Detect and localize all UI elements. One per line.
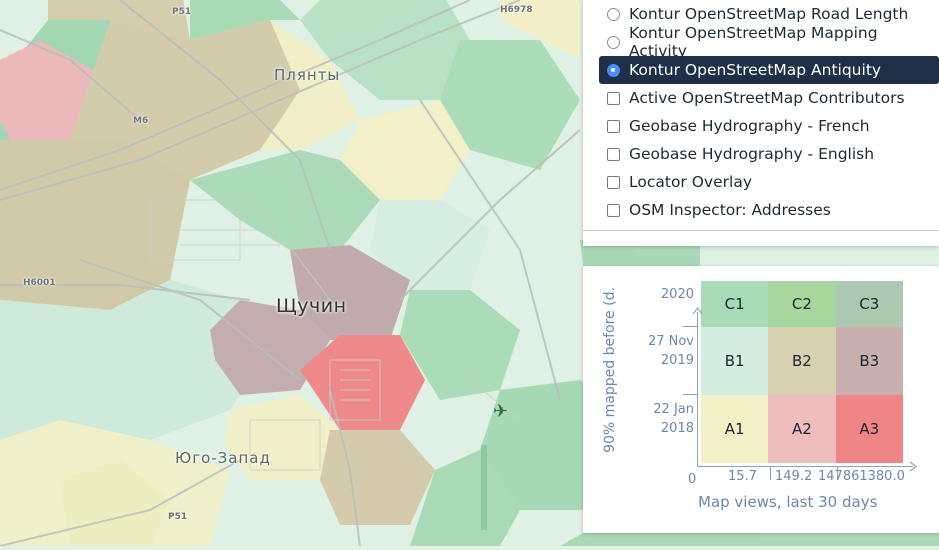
bivariate-legend: 90% mapped before (d. 2020 27 Nov 2019 22… (583, 266, 939, 533)
road-label-p51-top: P51 (172, 7, 192, 17)
y-axis-arrow-icon (692, 307, 703, 315)
place-label-plyanty: Плянты (274, 66, 341, 84)
legend-cell: B2 (768, 326, 836, 395)
legend-cell: A2 (768, 394, 836, 463)
layer-item-label: Geobase Hydrography - English (629, 145, 875, 163)
legend-y-axis-label: 90% mapped before (d. (602, 287, 618, 453)
place-label-yugo-zapad: Юго-Запад (175, 449, 271, 467)
x-axis-arrow-icon (909, 461, 917, 472)
layer-item[interactable]: Geobase Hydrography - French (599, 112, 939, 140)
road-label-h6001: H6001 (23, 278, 56, 288)
legend-cell: A3 (835, 394, 903, 463)
legend-x-tick: 0 (688, 472, 697, 487)
layer-item[interactable]: Kontur OpenStreetMap Antiquity (599, 56, 939, 84)
legend-x-tick: 15.7 (728, 469, 757, 484)
legend-cell: C3 (835, 281, 903, 327)
legend-x-axis-label: Map views, last 30 days (698, 493, 878, 511)
layer-item-label: Locator Overlay (629, 173, 752, 191)
layer-item-label: Kontur OpenStreetMap Road Length (629, 5, 909, 23)
layer-item[interactable]: Geobase Hydrography - English (599, 140, 939, 168)
radio-button[interactable] (607, 63, 620, 77)
layer-switcher-panel: Kontur OpenStreetMap Road Length Kontur O… (583, 0, 939, 246)
layer-item[interactable]: Active OpenStreetMap Contributors (599, 84, 939, 112)
legend-x-tick-mark (770, 466, 771, 480)
checkbox[interactable] (607, 203, 620, 217)
legend-y-tick: 2020 (660, 287, 694, 302)
legend-y-axis (697, 312, 698, 467)
checkbox[interactable] (607, 175, 620, 189)
legend-cell: B1 (701, 326, 769, 395)
legend-x-tick: 147861380.0 (818, 469, 905, 484)
layer-item[interactable]: OSM Inspector: Addresses (599, 196, 939, 224)
panel-divider (583, 230, 939, 231)
airplane-icon: ✈ (493, 401, 509, 422)
checkbox[interactable] (607, 147, 620, 161)
road-label-h6978: H6978 (500, 5, 533, 15)
legend-y-tick: 22 Jan 2018 (653, 402, 694, 436)
legend-cell: B3 (835, 326, 903, 395)
layer-item-label: OSM Inspector: Addresses (629, 201, 831, 219)
legend-y-tick: 27 Nov 2019 (647, 334, 694, 368)
layer-list: Kontur OpenStreetMap Road Length Kontur O… (599, 0, 939, 224)
checkbox[interactable] (607, 91, 620, 105)
legend-cell: C1 (701, 281, 769, 327)
radio-button[interactable] (607, 35, 620, 49)
legend-cell: A1 (701, 394, 769, 463)
legend-y-tick-mark (683, 326, 698, 327)
layer-item-label: Active OpenStreetMap Contributors (629, 89, 905, 107)
layer-item-label: Kontur OpenStreetMap Antiquity (629, 61, 882, 79)
layer-item-label: Geobase Hydrography - French (629, 117, 870, 135)
radio-button[interactable] (607, 7, 620, 21)
layer-item[interactable]: Locator Overlay (599, 168, 939, 196)
legend-cell: C2 (768, 281, 836, 327)
legend-x-axis (697, 466, 913, 467)
layer-item[interactable]: Kontur OpenStreetMap Mapping Activity (599, 24, 939, 60)
legend-y-tick-mark (683, 394, 698, 395)
road-label-m6: M6 (133, 116, 149, 126)
road-label-p51-bottom: P51 (168, 512, 188, 522)
layer-item-label: Kontur OpenStreetMap Mapping Activity (629, 24, 878, 60)
place-label-shchuchyn: Щучин (276, 295, 347, 317)
legend-x-tick: 149.2 (775, 469, 813, 484)
checkbox[interactable] (607, 119, 620, 133)
